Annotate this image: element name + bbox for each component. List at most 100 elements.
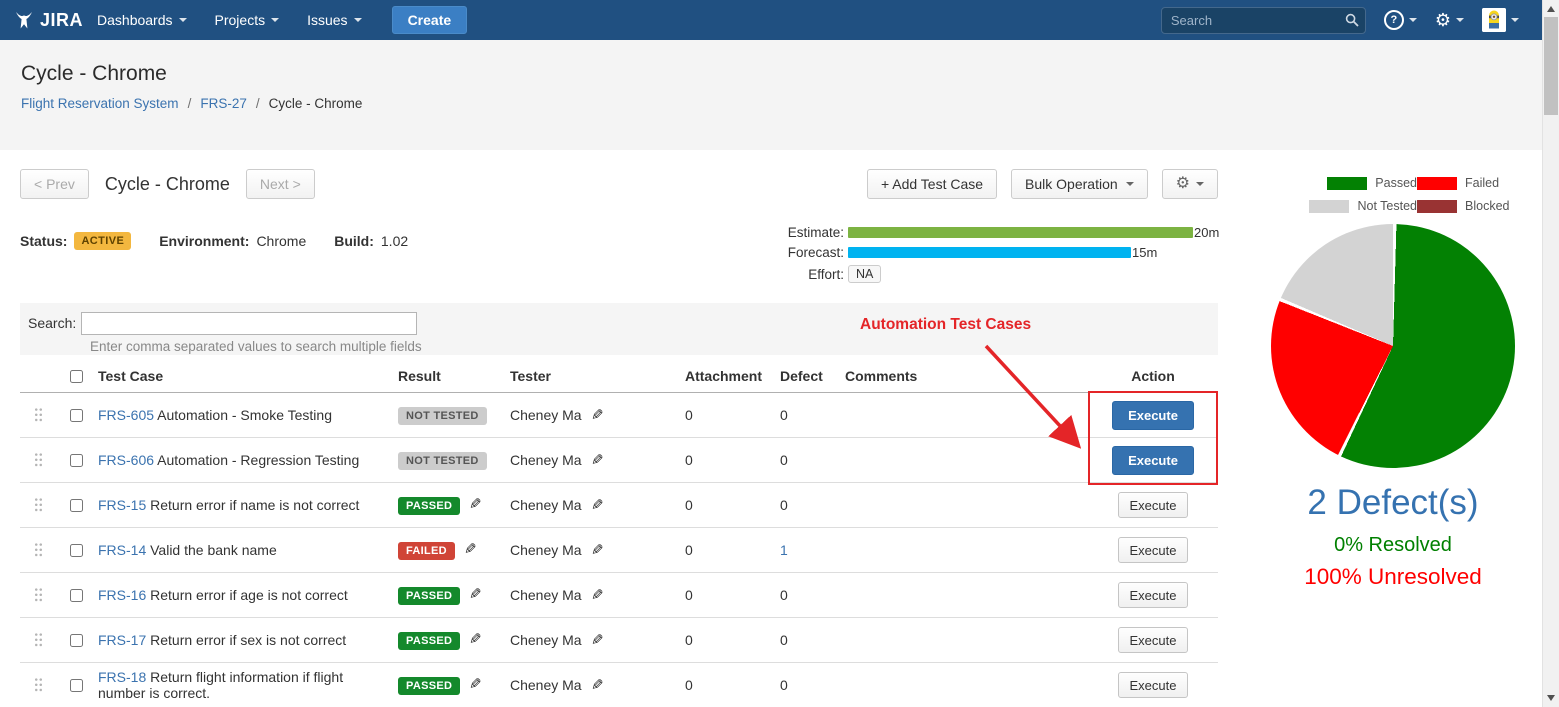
drag-handle-icon[interactable] — [34, 587, 43, 603]
create-button[interactable]: Create — [392, 6, 468, 34]
testcase-key-link[interactable]: FRS-605 — [98, 407, 154, 423]
execute-button[interactable]: Execute — [1118, 627, 1189, 653]
edit-tester-icon[interactable]: ✎ — [591, 451, 604, 469]
select-all-checkbox[interactable] — [70, 370, 83, 383]
edit-tester-icon[interactable]: ✎ — [591, 406, 604, 424]
testcase-key-link[interactable]: FRS-14 — [98, 542, 146, 558]
drag-handle-icon[interactable] — [34, 407, 43, 423]
attachment-count: 0 — [677, 407, 772, 423]
search-icon[interactable] — [1345, 13, 1359, 27]
global-search-input[interactable] — [1161, 7, 1366, 34]
edit-tester-icon[interactable]: ✎ — [591, 676, 604, 694]
vertical-scrollbar[interactable] — [1542, 0, 1559, 707]
edit-tester-icon[interactable]: ✎ — [591, 631, 604, 649]
drag-handle-icon[interactable] — [34, 497, 43, 513]
execute-button[interactable]: Execute — [1118, 537, 1189, 563]
execute-button[interactable]: Execute — [1118, 492, 1189, 518]
result-badge: NOT TESTED — [398, 407, 487, 425]
legend-label: Failed — [1465, 176, 1499, 190]
edit-tester-icon[interactable]: ✎ — [591, 586, 604, 604]
add-test-case-button[interactable]: + Add Test Case — [867, 169, 997, 199]
breadcrumb-link-issue[interactable]: FRS-27 — [200, 96, 247, 111]
header-tester: Tester — [502, 368, 677, 384]
drag-handle-icon[interactable] — [34, 632, 43, 648]
testcase-title: Automation - Regression Testing — [157, 452, 359, 468]
jira-logo[interactable]: JIRA — [14, 10, 83, 31]
scroll-up-arrow-icon[interactable] — [1547, 6, 1555, 12]
effort-value: NA — [848, 265, 881, 283]
row-checkbox[interactable] — [70, 679, 83, 692]
legend-label: Passed — [1375, 176, 1417, 190]
legend-item: Blocked — [1417, 199, 1542, 213]
edit-result-icon[interactable]: ✎ — [464, 540, 477, 558]
drag-handle-icon[interactable] — [34, 677, 43, 693]
row-checkbox[interactable] — [70, 454, 83, 467]
defect-count: 0 — [780, 632, 788, 648]
edit-result-icon[interactable]: ✎ — [469, 630, 482, 648]
scrollbar-thumb[interactable] — [1544, 17, 1558, 115]
legend-swatch — [1327, 177, 1367, 190]
forecast-label: Forecast: — [778, 245, 844, 260]
legend-item: Passed — [1267, 176, 1417, 190]
scroll-down-arrow-icon[interactable] — [1547, 695, 1555, 701]
execution-summary-panel: Passed Failed Not Tested Blocked 2 Defec… — [1245, 176, 1541, 590]
tester-name: Cheney Ma — [510, 497, 582, 513]
status-badge: ACTIVE — [74, 232, 131, 250]
row-checkbox[interactable] — [70, 409, 83, 422]
cycle-settings-button[interactable]: ⚙ — [1162, 169, 1218, 199]
testcase-key-link[interactable]: FRS-606 — [98, 452, 154, 468]
user-avatar — [1482, 8, 1506, 32]
testcase-key-link[interactable]: FRS-18 — [98, 669, 146, 685]
tester-name: Cheney Ma — [510, 677, 582, 693]
bulk-operation-button[interactable]: Bulk Operation — [1011, 169, 1148, 199]
defect-count: 0 — [780, 407, 788, 423]
row-checkbox[interactable] — [70, 634, 83, 647]
user-profile-menu[interactable] — [1482, 8, 1519, 32]
header-defect: Defect — [772, 368, 837, 384]
nav-item-issues[interactable]: Issues — [293, 0, 375, 40]
legend-swatch — [1417, 200, 1457, 213]
forecast-value: 15m — [1132, 245, 1157, 260]
result-badge: PASSED — [398, 677, 460, 695]
breadcrumb-separator: / — [256, 96, 260, 111]
testcase-key-link[interactable]: FRS-15 — [98, 497, 146, 513]
execute-button[interactable]: Execute — [1112, 446, 1194, 475]
execute-button[interactable]: Execute — [1112, 401, 1194, 430]
edit-tester-icon[interactable]: ✎ — [591, 541, 604, 559]
help-menu[interactable]: ? — [1384, 10, 1417, 30]
nav-item-dashboards[interactable]: Dashboards — [83, 0, 201, 40]
testcase-key-link[interactable]: FRS-17 — [98, 632, 146, 648]
defect-count-link[interactable]: 1 — [780, 542, 788, 558]
execute-button[interactable]: Execute — [1118, 582, 1189, 608]
attachment-count: 0 — [677, 497, 772, 513]
row-checkbox[interactable] — [70, 589, 83, 602]
row-checkbox[interactable] — [70, 499, 83, 512]
result-badge: PASSED — [398, 587, 460, 605]
breadcrumb-link-project[interactable]: Flight Reservation System — [21, 96, 179, 111]
row-checkbox[interactable] — [70, 544, 83, 557]
execute-button[interactable]: Execute — [1118, 672, 1189, 698]
edit-tester-icon[interactable]: ✎ — [591, 496, 604, 514]
tester-name: Cheney Ma — [510, 632, 582, 648]
edit-result-icon[interactable]: ✎ — [469, 495, 482, 513]
unresolved-percent-text: 100% Unresolved — [1245, 564, 1541, 590]
environment-value: Chrome — [256, 233, 306, 249]
defect-count: 0 — [780, 452, 788, 468]
result-badge: PASSED — [398, 632, 460, 650]
drag-handle-icon[interactable] — [34, 542, 43, 558]
chevron-down-icon — [271, 18, 279, 22]
breadcrumb-separator: / — [188, 96, 192, 111]
testcase-key-link[interactable]: FRS-16 — [98, 587, 146, 603]
table-row: FRS-17 Return error if sex is not correc… — [20, 618, 1218, 663]
admin-settings-menu[interactable]: ⚙ — [1435, 11, 1464, 29]
table-search-input[interactable] — [81, 312, 417, 335]
cycle-toolbar: < Prev Cycle - Chrome Next > + Add Test … — [20, 168, 1218, 200]
drag-handle-icon[interactable] — [34, 452, 43, 468]
next-cycle-button[interactable]: Next > — [246, 169, 315, 199]
defect-count-text: 2 Defect(s) — [1245, 483, 1541, 523]
prev-cycle-button[interactable]: < Prev — [20, 169, 89, 199]
nav-item-projects[interactable]: Projects — [201, 0, 294, 40]
edit-result-icon[interactable]: ✎ — [469, 585, 482, 603]
chevron-down-icon — [354, 18, 362, 22]
edit-result-icon[interactable]: ✎ — [469, 675, 482, 693]
